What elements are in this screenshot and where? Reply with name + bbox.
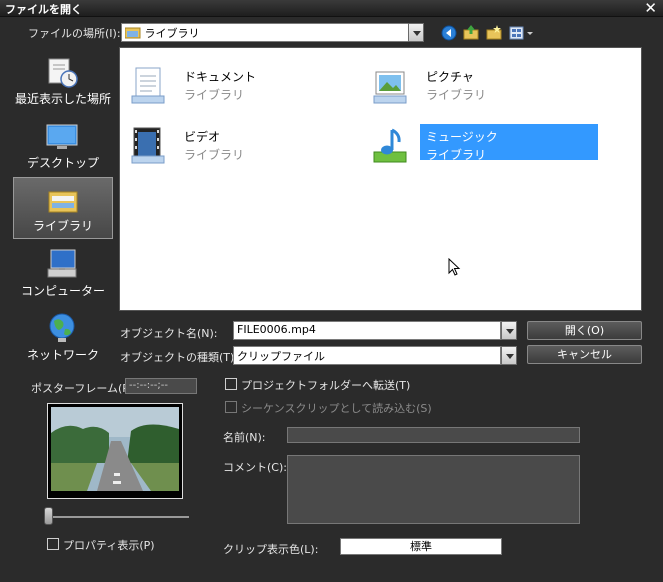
file-type: ライブラリ: [184, 148, 245, 162]
places-bar: 最近表示した場所 デスクトップ ライブラリ コンピューター ネットワーク: [13, 47, 113, 364]
recent-places-icon: [48, 58, 78, 88]
load-as-sequence-checkbox[interactable]: [225, 401, 237, 413]
open-button[interactable]: 開く(O): [527, 321, 642, 340]
file-name: ドキュメント: [184, 70, 257, 84]
transfer-project-folder-label: プロジェクトフォルダーへ転送(T): [241, 379, 411, 392]
music-library-icon: [373, 128, 407, 163]
object-name-dropdown-button[interactable]: [501, 321, 517, 340]
object-name-input[interactable]: FILE0006.mp4: [233, 321, 501, 340]
name-input[interactable]: [287, 427, 580, 443]
file-item-videos[interactable]: ビデオ ライブラリ: [124, 122, 354, 166]
file-name: ミュージック: [426, 130, 498, 144]
poster-slider-thumb[interactable]: [44, 507, 53, 525]
file-item-music[interactable]: ミュージック ライブラリ: [366, 122, 598, 166]
documents-library-icon: [131, 67, 165, 104]
place-recent[interactable]: 最近表示した場所: [13, 49, 113, 111]
object-type-select[interactable]: クリップファイル: [233, 346, 501, 365]
computer-icon: [47, 249, 77, 278]
poster-slider-track[interactable]: [52, 516, 189, 518]
close-icon[interactable]: ✕: [644, 0, 657, 17]
file-name: ピクチャ: [426, 70, 474, 84]
object-type-label: オブジェクトの種類(T):: [120, 351, 239, 364]
place-computer[interactable]: コンピューター: [13, 241, 113, 303]
title-bar: [0, 0, 663, 17]
clip-color-label: クリップ表示色(L):: [223, 543, 319, 556]
network-icon: [49, 313, 75, 342]
place-libraries[interactable]: ライブラリ: [13, 177, 113, 239]
comment-textarea[interactable]: [287, 455, 580, 524]
location-label: ファイルの場所(I):: [28, 27, 121, 40]
libraries-icon: [48, 191, 78, 213]
object-name-label: オブジェクト名(N):: [120, 327, 218, 340]
file-list[interactable]: ドキュメント ライブラリ ピクチャ ライブラリ ビデオ ライブラリ ミュージック…: [119, 47, 642, 311]
place-desktop-label: デスクトップ: [26, 156, 99, 170]
videos-library-icon: [131, 127, 165, 164]
desktop-icon: [46, 124, 78, 149]
cancel-button[interactable]: キャンセル: [527, 345, 642, 364]
up-folder-icon[interactable]: [463, 24, 480, 41]
poster-frame-label: ポスターフレーム(R):: [31, 382, 138, 395]
view-menu-icon[interactable]: [509, 25, 535, 41]
clip-color-button[interactable]: 標準: [340, 538, 502, 555]
file-item-documents[interactable]: ドキュメント ライブラリ: [124, 62, 354, 106]
place-network[interactable]: ネットワーク: [13, 305, 113, 367]
place-recent-label: 最近表示した場所: [14, 92, 111, 106]
file-item-pictures[interactable]: ピクチャ ライブラリ: [366, 62, 596, 106]
location-value: ライブラリ: [144, 27, 200, 40]
poster-frame-thumbnail: [47, 403, 183, 499]
poster-frame-timecode[interactable]: --:--:--;--: [125, 378, 197, 394]
load-as-sequence-label: シーケンスクリップとして読み込む(S): [241, 402, 432, 415]
location-dropdown-button[interactable]: [408, 23, 424, 42]
transfer-project-folder-checkbox[interactable]: [225, 378, 237, 390]
place-network-label: ネットワーク: [26, 348, 99, 362]
new-folder-icon[interactable]: [486, 25, 503, 41]
file-type: ライブラリ: [184, 88, 245, 102]
window-title: ファイルを開く: [5, 3, 82, 16]
location-combo[interactable]: ライブラリ: [121, 23, 409, 42]
object-type-dropdown-button[interactable]: [501, 346, 517, 365]
name-label: 名前(N):: [223, 431, 266, 444]
place-computer-label: コンピューター: [20, 284, 105, 298]
file-type: ライブラリ: [426, 148, 487, 162]
file-type: ライブラリ: [426, 88, 487, 102]
file-name: ビデオ: [184, 130, 221, 144]
place-desktop[interactable]: デスクトップ: [13, 113, 113, 175]
properties-checkbox[interactable]: [47, 538, 59, 550]
comment-label: コメント(C):: [223, 461, 287, 474]
mouse-cursor-icon: [448, 258, 461, 276]
library-folder-icon: [124, 27, 141, 39]
pictures-library-icon: [373, 71, 407, 104]
back-icon[interactable]: [441, 25, 457, 41]
place-libraries-label: ライブラリ: [32, 219, 93, 233]
properties-label: プロパティ表示(P): [63, 539, 155, 552]
